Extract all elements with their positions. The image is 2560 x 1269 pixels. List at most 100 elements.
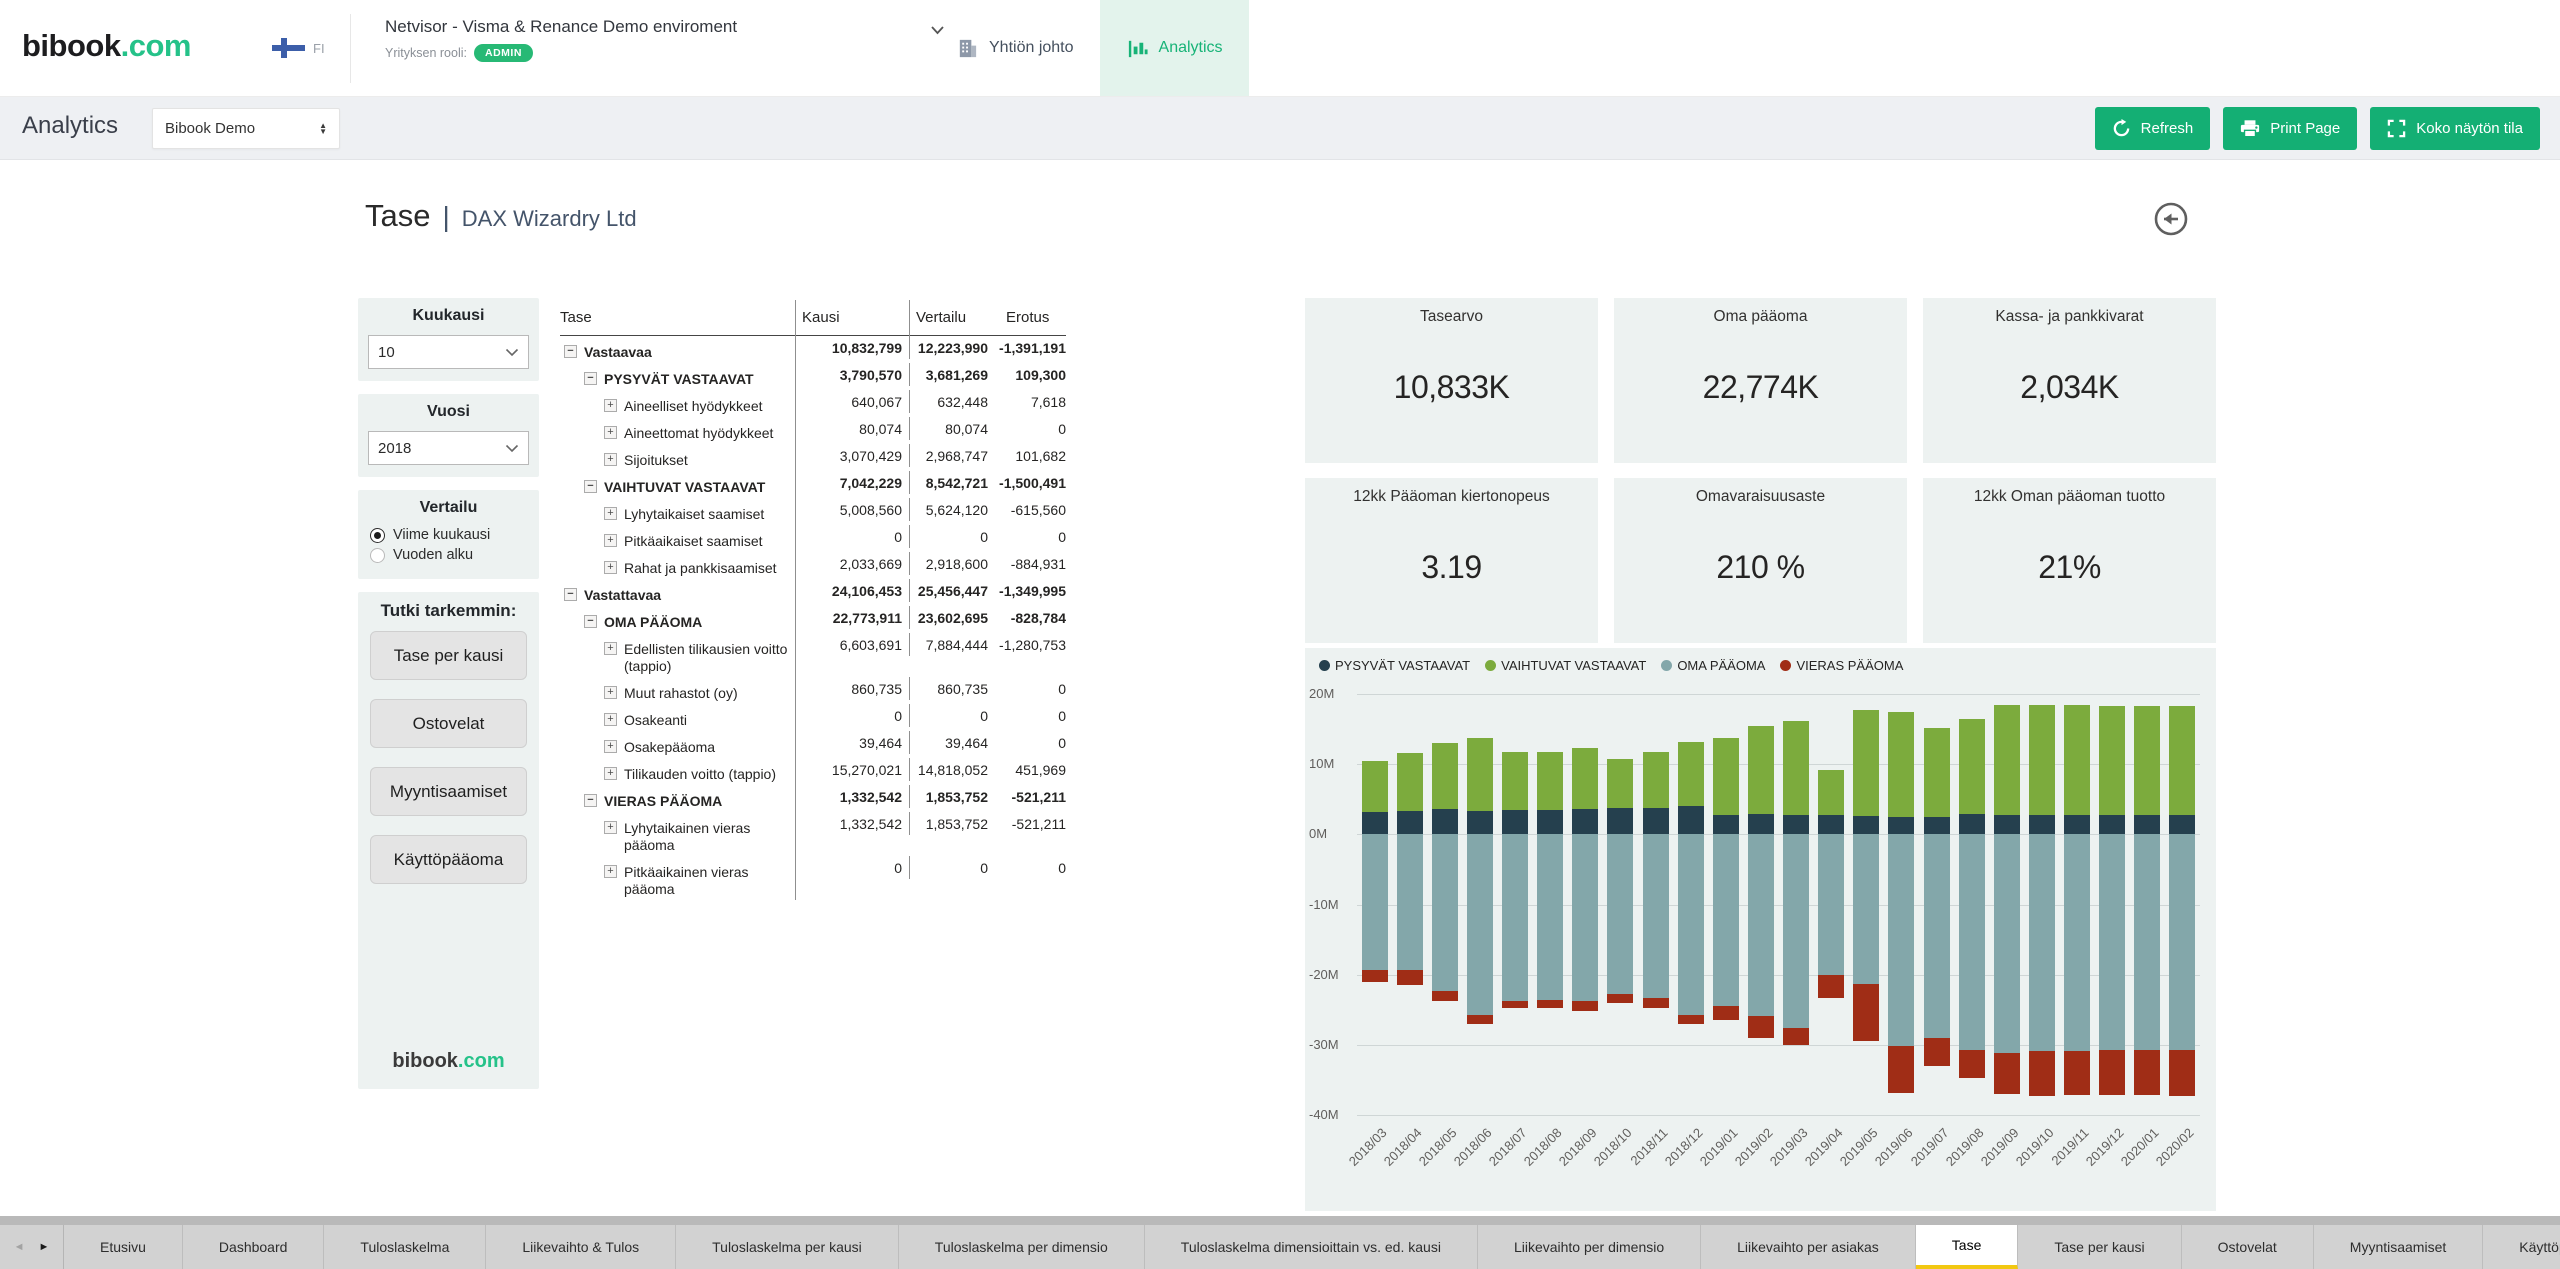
bar-segment-vaihtuvat-vastaavat[interactable]: [2099, 706, 2125, 815]
bar-segment-oma-p-oma[interactable]: [1994, 834, 2020, 1052]
year-select[interactable]: 2018: [368, 431, 529, 465]
bar-segment-vaihtuvat-vastaavat[interactable]: [1537, 752, 1563, 810]
bar-segment-pysyv-t-vastaavat[interactable]: [1397, 811, 1423, 834]
bar-segment-oma-p-oma[interactable]: [1397, 834, 1423, 969]
bar-segment-vieras-p-oma[interactable]: [1362, 970, 1388, 982]
bar-segment-vaihtuvat-vastaavat[interactable]: [1994, 705, 2020, 815]
refresh-button[interactable]: Refresh: [2095, 107, 2211, 150]
month-select[interactable]: 10: [368, 335, 529, 369]
expand-icon[interactable]: +: [604, 399, 617, 412]
bar-segment-pysyv-t-vastaavat[interactable]: [1607, 808, 1633, 835]
expand-icon[interactable]: +: [604, 561, 617, 574]
bar-segment-vieras-p-oma[interactable]: [1432, 991, 1458, 1001]
bar-segment-oma-p-oma[interactable]: [2169, 834, 2195, 1050]
bar-segment-vaihtuvat-vastaavat[interactable]: [1362, 761, 1388, 812]
bar-segment-vaihtuvat-vastaavat[interactable]: [2029, 705, 2055, 815]
bottom-tab-tuloslaskelma-per-dimensio[interactable]: Tuloslaskelma per dimensio: [899, 1225, 1145, 1269]
bar-segment-oma-p-oma[interactable]: [2099, 834, 2125, 1050]
bar-segment-vaihtuvat-vastaavat[interactable]: [1748, 726, 1774, 814]
tab-analytics[interactable]: Analytics: [1100, 0, 1249, 96]
expand-icon[interactable]: +: [604, 767, 617, 780]
bar-segment-vieras-p-oma[interactable]: [1502, 1001, 1528, 1008]
bar-segment-pysyv-t-vastaavat[interactable]: [1959, 814, 1985, 834]
collapse-icon[interactable]: −: [564, 588, 577, 601]
bottom-tab-k-ytt-p-oma[interactable]: Käyttöpääoma: [2483, 1225, 2560, 1269]
bar-segment-vaihtuvat-vastaavat[interactable]: [1397, 753, 1423, 811]
bar-segment-oma-p-oma[interactable]: [1783, 834, 1809, 1028]
bar-segment-vieras-p-oma[interactable]: [2099, 1050, 2125, 1094]
bar-segment-vaihtuvat-vastaavat[interactable]: [1783, 721, 1809, 815]
bar-segment-pysyv-t-vastaavat[interactable]: [2029, 815, 2055, 834]
collapse-icon[interactable]: −: [584, 615, 597, 628]
collapse-icon[interactable]: −: [584, 372, 597, 385]
bar-segment-oma-p-oma[interactable]: [1502, 834, 1528, 1001]
bar-segment-oma-p-oma[interactable]: [1888, 834, 1914, 1046]
bar-segment-pysyv-t-vastaavat[interactable]: [1748, 814, 1774, 834]
collapse-icon[interactable]: −: [584, 794, 597, 807]
bar-segment-vaihtuvat-vastaavat[interactable]: [1678, 742, 1704, 807]
bar-segment-vieras-p-oma[interactable]: [1467, 1015, 1493, 1024]
bar-segment-pysyv-t-vastaavat[interactable]: [1467, 811, 1493, 834]
radio-icon[interactable]: [370, 528, 385, 543]
company-name[interactable]: Netvisor - Visma & Renance Demo envirome…: [385, 17, 945, 37]
bar-segment-oma-p-oma[interactable]: [1818, 834, 1844, 974]
radio-icon[interactable]: [370, 548, 385, 563]
expand-icon[interactable]: +: [604, 865, 617, 878]
bottom-tab-etusivu[interactable]: Etusivu: [64, 1225, 183, 1269]
expand-icon[interactable]: +: [604, 821, 617, 834]
expand-icon[interactable]: +: [604, 507, 617, 520]
bar-segment-pysyv-t-vastaavat[interactable]: [2064, 815, 2090, 834]
bar-segment-vieras-p-oma[interactable]: [1748, 1016, 1774, 1038]
bar-segment-vaihtuvat-vastaavat[interactable]: [1643, 752, 1669, 808]
explore-button-myyntisaamiset[interactable]: Myyntisaamiset: [370, 767, 527, 816]
comparison-radio-option[interactable]: Viime kuukausi: [370, 527, 527, 543]
bar-segment-pysyv-t-vastaavat[interactable]: [1362, 812, 1388, 834]
tab-yhtion-johto[interactable]: Yhtiön johto: [930, 0, 1100, 96]
bar-segment-vaihtuvat-vastaavat[interactable]: [1572, 748, 1598, 809]
bar-segment-oma-p-oma[interactable]: [1713, 834, 1739, 1006]
collapse-icon[interactable]: −: [564, 345, 577, 358]
bottom-tab-myyntisaamiset[interactable]: Myyntisaamiset: [2314, 1225, 2483, 1269]
bar-segment-vieras-p-oma[interactable]: [1924, 1038, 1950, 1066]
expand-icon[interactable]: +: [604, 740, 617, 753]
bar-segment-pysyv-t-vastaavat[interactable]: [2169, 815, 2195, 834]
explore-button-k-ytt-p-oma[interactable]: Käyttöpääoma: [370, 835, 527, 884]
fullscreen-button[interactable]: Koko näytön tila: [2370, 107, 2540, 150]
bar-segment-vieras-p-oma[interactable]: [1959, 1050, 1985, 1078]
next-page-icon[interactable]: ►: [39, 1241, 50, 1253]
bar-segment-oma-p-oma[interactable]: [2029, 834, 2055, 1051]
bottom-tab-liikevaihto-per-dimensio[interactable]: Liikevaihto per dimensio: [1478, 1225, 1701, 1269]
prev-page-icon[interactable]: ◄: [14, 1241, 25, 1253]
bottom-tab-ostovelat[interactable]: Ostovelat: [2182, 1225, 2314, 1269]
bottom-tab-liikevaihto-per-asiakas[interactable]: Liikevaihto per asiakas: [1701, 1225, 1916, 1269]
bar-segment-oma-p-oma[interactable]: [2134, 834, 2160, 1050]
collapse-icon[interactable]: −: [584, 480, 597, 493]
expand-icon[interactable]: +: [604, 642, 617, 655]
report-select[interactable]: Bibook Demo ▲▼: [152, 108, 340, 149]
bar-segment-oma-p-oma[interactable]: [1853, 834, 1879, 983]
bar-segment-pysyv-t-vastaavat[interactable]: [1678, 806, 1704, 834]
bar-segment-oma-p-oma[interactable]: [1643, 834, 1669, 997]
bar-segment-pysyv-t-vastaavat[interactable]: [1818, 815, 1844, 835]
bottom-tab-tase[interactable]: Tase: [1916, 1225, 2019, 1269]
bar-segment-oma-p-oma[interactable]: [1924, 834, 1950, 1037]
explore-button-tase-per-kausi[interactable]: Tase per kausi: [370, 631, 527, 680]
bar-segment-vieras-p-oma[interactable]: [1643, 998, 1669, 1009]
bottom-tab-tuloslaskelma[interactable]: Tuloslaskelma: [324, 1225, 486, 1269]
bar-segment-vieras-p-oma[interactable]: [1607, 994, 1633, 1003]
expand-icon[interactable]: +: [604, 453, 617, 466]
bar-segment-oma-p-oma[interactable]: [1362, 834, 1388, 969]
bar-segment-pysyv-t-vastaavat[interactable]: [2099, 815, 2125, 834]
expand-icon[interactable]: +: [604, 426, 617, 439]
bottom-tab-tuloslaskelma-per-kausi[interactable]: Tuloslaskelma per kausi: [676, 1225, 899, 1269]
expand-icon[interactable]: +: [604, 534, 617, 547]
bar-segment-vieras-p-oma[interactable]: [2029, 1051, 2055, 1096]
bar-segment-pysyv-t-vastaavat[interactable]: [1502, 810, 1528, 834]
bar-segment-vieras-p-oma[interactable]: [1818, 975, 1844, 998]
bar-segment-vieras-p-oma[interactable]: [1572, 1001, 1598, 1012]
bottom-tab-tuloslaskelma-dimensioittain-vs-ed-kausi[interactable]: Tuloslaskelma dimensioittain vs. ed. kau…: [1145, 1225, 1478, 1269]
bar-segment-vaihtuvat-vastaavat[interactable]: [2134, 706, 2160, 815]
bar-segment-vaihtuvat-vastaavat[interactable]: [1924, 728, 1950, 816]
bar-segment-vaihtuvat-vastaavat[interactable]: [1959, 719, 1985, 814]
back-icon[interactable]: [2148, 196, 2194, 242]
